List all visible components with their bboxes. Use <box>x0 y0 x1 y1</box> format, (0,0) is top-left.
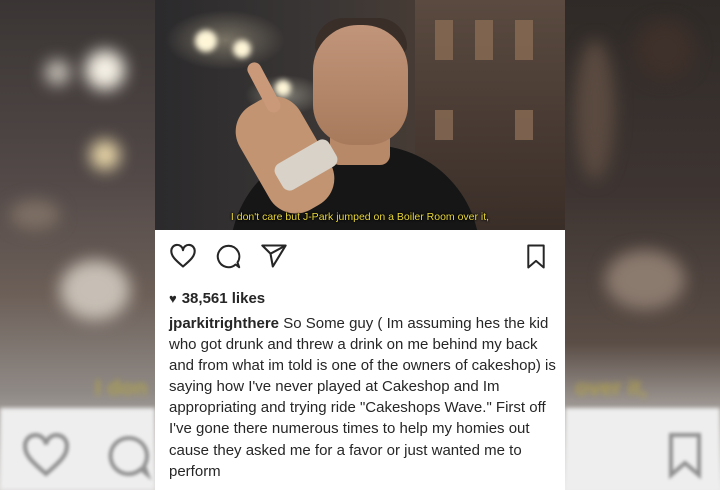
comment-bubble-icon[interactable] <box>215 243 242 270</box>
person-head <box>313 25 408 145</box>
bookmark-icon[interactable] <box>525 243 547 270</box>
background-subtitle-left: I don <box>95 375 148 400</box>
street-light <box>275 80 291 96</box>
likes-count[interactable]: ♥ 38,561 likes <box>169 290 265 307</box>
background-heart-icon <box>22 433 70 477</box>
caption-text: So Some guy ( Im assuming hes the kid wh… <box>169 315 556 480</box>
likes-text: 38,561 likes <box>181 290 266 307</box>
post-actions <box>155 240 565 276</box>
blurred-background-left: I don <box>0 0 155 490</box>
video-subtitle: I don't care but J-Park jumped on a Boil… <box>230 211 490 223</box>
paper-plane-icon[interactable] <box>260 243 288 269</box>
heart-filled-icon: ♥ <box>169 291 177 306</box>
instagram-post: I don't care but J-Park jumped on a Boil… <box>155 0 565 490</box>
caption-username[interactable]: jparkitrighthere <box>169 315 279 332</box>
blurred-background-right: over it, <box>565 0 720 490</box>
background-bookmark-icon <box>669 433 701 480</box>
heart-outline-icon[interactable] <box>169 243 197 269</box>
background-subtitle-right: over it, <box>575 375 648 400</box>
background-comment-icon <box>108 435 152 480</box>
street-light <box>195 30 217 52</box>
post-caption: jparkitrighthere So Some guy ( Im assumi… <box>169 313 559 482</box>
street-light <box>233 40 251 58</box>
post-video[interactable]: I don't care but J-Park jumped on a Boil… <box>155 0 565 230</box>
